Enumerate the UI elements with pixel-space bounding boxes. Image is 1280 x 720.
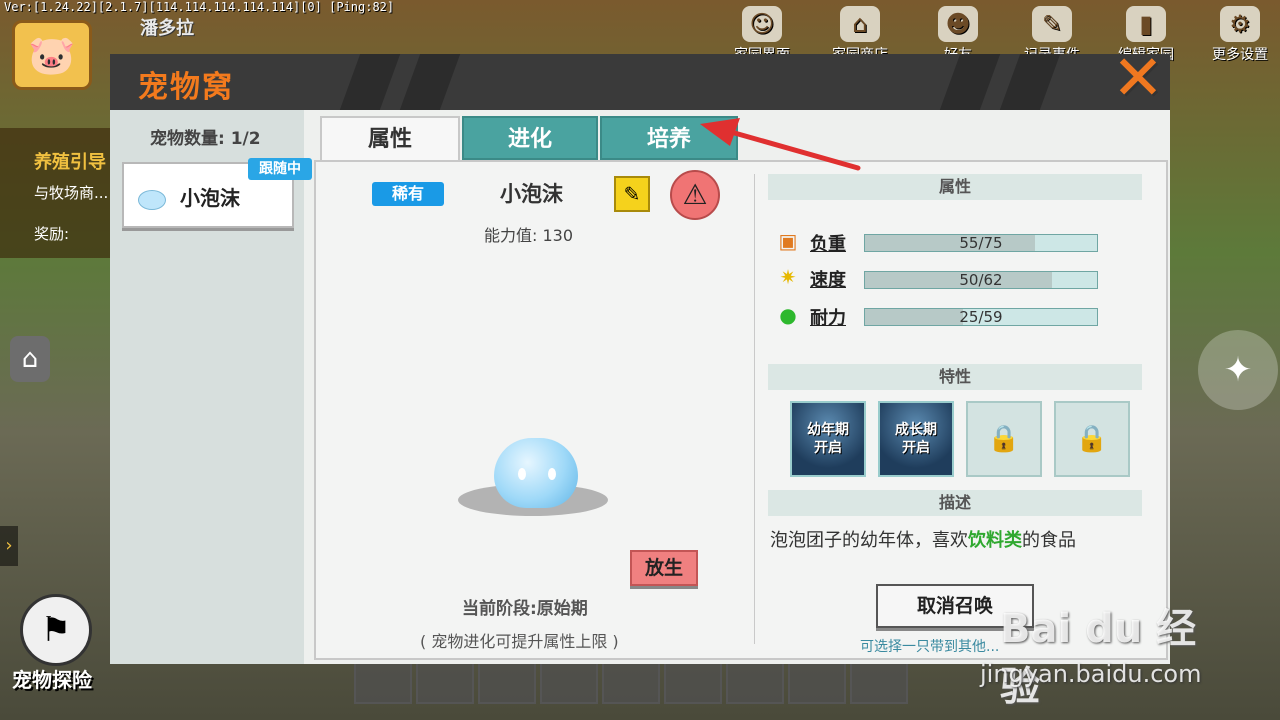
debug-info: Ver:[1.24.22][2.1.7][114.114.114.114.114… [4, 0, 395, 14]
trait-locked[interactable]: 🔒 [1054, 401, 1130, 477]
chevron-right-icon[interactable]: › [0, 526, 18, 566]
top-button-label: 更多设置 [1212, 47, 1268, 63]
breeding-guide-desc: 与牧场商... [34, 184, 109, 202]
tab-attributes[interactable]: 属性 [320, 116, 460, 160]
breeding-guide-reward: 奖励: [34, 225, 70, 243]
stat-label-weight[interactable]: 负重 [810, 230, 846, 256]
gear-icon: ⚙ [1220, 6, 1260, 42]
pet-eye [518, 468, 526, 480]
hotbar-slot[interactable] [850, 660, 908, 704]
pet-card-name: 小泡沫 [180, 186, 240, 210]
brush-icon: ▮ [1126, 6, 1166, 42]
hint-text: 可选择一只带到其他... [860, 639, 1000, 655]
watermark-logo: Bai du 经验 [1000, 606, 1197, 710]
release-button[interactable]: 放生 [630, 550, 698, 586]
pet-eye [548, 468, 556, 480]
hotbar-slot[interactable] [726, 660, 784, 704]
stat-value: 25/59 [959, 308, 1003, 326]
dialog-title: 宠物窝 [138, 70, 234, 105]
house-icon: ☺ [742, 6, 782, 42]
traits-section-header: 特性 [768, 364, 1142, 390]
speed-icon: ✷ [779, 265, 797, 289]
trait-juvenile[interactable]: 幼年期 开启 [790, 401, 866, 477]
note-icon: ✎ [1032, 6, 1072, 42]
divider [754, 174, 755, 644]
player-avatar[interactable]: 🐷 [12, 20, 92, 90]
stat-value: 50/62 [959, 271, 1003, 289]
home-icon[interactable]: ⌂ [10, 336, 50, 382]
flag-paw-icon[interactable]: ⚑ [20, 594, 92, 666]
pet-name: 小泡沫 [500, 182, 563, 206]
attributes-section-header: 属性 [768, 174, 1142, 200]
stat-bar-weight: 55/75 [864, 234, 1098, 252]
shop-icon: ⌂ [840, 6, 880, 42]
hotbar-slot[interactable] [602, 660, 660, 704]
pencil-icon: ✎ [623, 182, 641, 206]
stat-bar-stamina: 25/59 [864, 308, 1098, 326]
warning-button[interactable]: ⚠ [670, 170, 720, 220]
current-stage: 当前阶段:原始期 [462, 599, 588, 619]
hotbar [354, 660, 914, 720]
dialog-header: 宠物窝 [110, 54, 1170, 110]
cat-icon: ☻ [938, 6, 978, 42]
tab-train[interactable]: 培养 [600, 116, 738, 160]
pet-count: 宠物数量: 1/2 [150, 129, 261, 149]
evolve-note: ( 宠物进化可提升属性上限 ) [420, 632, 619, 651]
pet-description: 泡泡团子的幼年体，喜欢饮料类的食品 [770, 526, 1076, 552]
player-name: 潘多拉 [140, 18, 194, 39]
watermark-url: jingyan.baidu.com [980, 660, 1202, 688]
pet-model[interactable] [494, 438, 578, 508]
lock-icon: 🔒 [1075, 424, 1109, 454]
pet-explore-label[interactable]: 宠物探险 [12, 664, 92, 693]
description-text: 的食品 [1022, 530, 1076, 551]
trait-growth[interactable]: 成长期 开启 [878, 401, 954, 477]
tab-evolve[interactable]: 进化 [462, 116, 598, 160]
baidu-watermark: Bai du 经验 jingyan.baidu.com [980, 596, 1210, 710]
bubble-pet-icon [138, 190, 166, 210]
trait-locked[interactable]: 🔒 [966, 401, 1042, 477]
lock-icon: 🔒 [987, 424, 1021, 454]
close-icon[interactable]: ✕ [1110, 47, 1166, 109]
power-value: 能力值: 130 [484, 226, 574, 245]
breeding-guide-title: 养殖引导 [34, 152, 106, 173]
following-badge: 跟随中 [248, 158, 312, 180]
stat-label-speed[interactable]: 速度 [810, 266, 846, 292]
description-highlight: 饮料类 [968, 530, 1022, 551]
breeding-guide-panel[interactable]: 养殖引导 与牧场商... 奖励: [0, 128, 112, 258]
stat-value: 55/75 [959, 234, 1003, 252]
stat-bar-speed: 50/62 [864, 271, 1098, 289]
strength-icon: ● [779, 303, 797, 327]
hotbar-slot[interactable] [354, 660, 412, 704]
pet-den-dialog: 宠物窝 ✕ 宠物数量: 1/2 小泡沫 跟随中 属性 进化 培养 稀有 小泡沫 … [110, 47, 1170, 664]
description-text: 泡泡团子的幼年体，喜欢 [770, 530, 968, 551]
pet-card[interactable]: 小泡沫 跟随中 [122, 158, 312, 228]
rarity-badge: 稀有 [372, 182, 444, 206]
hotbar-slot[interactable] [478, 660, 536, 704]
hotbar-slot[interactable] [664, 660, 722, 704]
weight-icon: ▣ [778, 229, 798, 253]
stat-label-stamina[interactable]: 耐力 [810, 304, 846, 330]
mount-icon[interactable]: ✦ [1198, 330, 1278, 410]
warning-icon: ⚠ [682, 178, 708, 211]
hotbar-slot[interactable] [788, 660, 846, 704]
pet-list-panel: 宠物数量: 1/2 小泡沫 跟随中 [110, 110, 312, 664]
description-section-header: 描述 [768, 490, 1142, 516]
hotbar-slot[interactable] [540, 660, 598, 704]
hotbar-slot[interactable] [416, 660, 474, 704]
edit-name-button[interactable]: ✎ [614, 176, 650, 212]
more-settings-button[interactable]: ⚙ 更多设置 [1200, 6, 1280, 66]
